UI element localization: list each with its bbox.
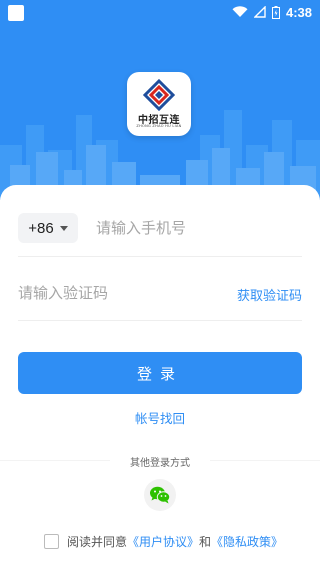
verification-code-input[interactable] <box>18 278 208 308</box>
header-banner: 4:38 中招互连 ZHONG ZHAO HU LIAN <box>0 0 320 200</box>
divider <box>210 460 320 461</box>
divider <box>18 320 302 321</box>
get-code-button[interactable]: 获取验证码 <box>237 285 302 304</box>
agreement-row: 阅读并同意 《用户协议》 和 《隐私政策》 <box>44 532 283 550</box>
user-agreement-link[interactable]: 《用户协议》 <box>127 533 199 550</box>
agreement-prefix: 阅读并同意 <box>67 534 128 549</box>
account-recovery-link[interactable]: 帐号找回 <box>0 408 320 427</box>
agreement-conjunction: 和 <box>199 534 212 549</box>
status-bar: 4:38 <box>0 0 320 24</box>
wechat-login-button[interactable] <box>144 479 176 511</box>
battery-icon <box>271 5 280 19</box>
other-login-label: 其他登录方式 <box>130 458 190 469</box>
status-time: 4:38 <box>285 4 312 20</box>
code-row: 获取验证码 <box>18 278 302 308</box>
privacy-policy-link[interactable]: 《隐私政策》 <box>211 533 283 550</box>
wechat-icon <box>150 486 171 504</box>
app-square-icon <box>8 5 24 21</box>
other-login-section: 其他登录方式 <box>0 454 320 469</box>
phone-row: +86 <box>18 213 302 243</box>
logo-subtitle: ZHONG ZHAO HU LIAN <box>136 124 182 128</box>
signal-icon <box>253 6 266 18</box>
divider <box>18 256 302 257</box>
logo-mark-icon <box>143 79 175 111</box>
wifi-icon <box>232 6 248 17</box>
login-button[interactable]: 登录 <box>18 352 302 394</box>
app-logo: 中招互连 ZHONG ZHAO HU LIAN <box>127 72 191 136</box>
phone-input[interactable] <box>94 213 296 243</box>
agreement-checkbox[interactable] <box>44 533 59 549</box>
caret-down-icon <box>59 225 68 231</box>
country-code-selector[interactable]: +86 <box>18 213 78 243</box>
country-code-label: +86 <box>28 219 54 237</box>
